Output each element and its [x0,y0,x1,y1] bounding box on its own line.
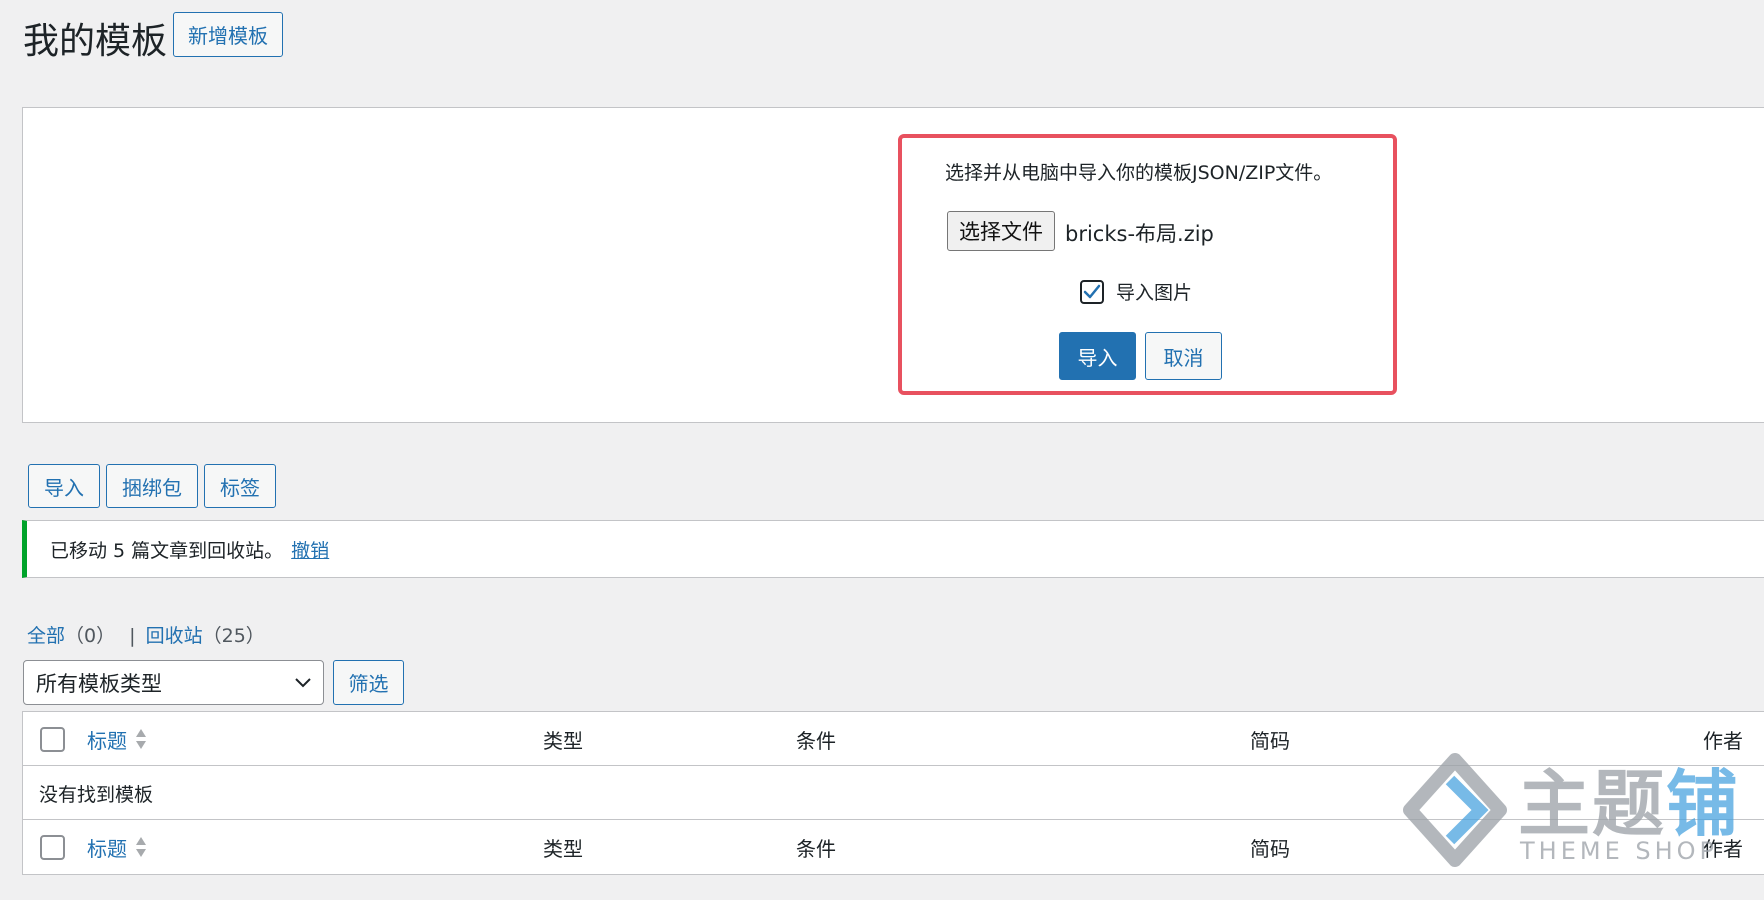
column-shortcode-footer: 简码 [1250,836,1290,861]
choose-file-button[interactable]: 选择文件 [947,211,1055,251]
cancel-import-button[interactable]: 取消 [1145,332,1222,380]
trash-notice: 已移动 5 篇文章到回收站。 撤销 [22,520,1764,578]
column-type-footer: 类型 [543,836,583,861]
table-footer-row: 标题 类型 条件 简码 作者 [23,820,1764,874]
column-title-label: 标题 [87,728,127,753]
import-images-label: 导入图片 [1116,282,1193,304]
template-upload-area [22,107,1764,423]
no-templates-message: 没有找到模板 [39,783,154,806]
selected-file-name: bricks-布局.zip [1065,222,1214,246]
bundles-button[interactable]: 捆绑包 [106,464,198,508]
template-actions: 导入 捆绑包 标签 [28,464,276,508]
view-filters: 全部（0） | 回收站（25） [27,621,265,648]
view-separator: | [129,625,136,647]
view-trash-count: （25） [202,625,265,647]
column-type: 类型 [543,728,583,753]
column-title-sortable[interactable]: 标题 [87,712,147,766]
import-images-checkbox[interactable] [1080,279,1104,304]
column-title-sortable-footer[interactable]: 标题 [87,820,147,874]
undo-link[interactable]: 撤销 [291,536,329,563]
select-all-footer-cell[interactable] [40,820,65,874]
table-header-row: 标题 类型 条件 简码 作者 [23,712,1764,766]
import-images-option[interactable]: 导入图片 [1080,278,1192,305]
view-all-count: （0） [65,625,116,647]
select-all-cell[interactable] [40,712,65,766]
tags-button[interactable]: 标签 [204,464,276,508]
select-all-checkbox[interactable] [40,726,65,752]
checkmark-icon [1083,284,1101,298]
column-conditions-footer: 条件 [796,836,836,861]
column-conditions: 条件 [796,728,836,753]
column-author-footer: 作者 [1703,836,1743,861]
chevron-down-icon [295,677,311,687]
view-trash-link[interactable]: 回收站 [146,625,203,647]
column-title-label-footer: 标题 [87,836,127,861]
import-button[interactable]: 导入 [28,464,100,508]
template-type-select[interactable]: 所有模板类型 [23,660,324,705]
select-all-footer-checkbox[interactable] [40,834,65,860]
templates-table: 标题 类型 条件 简码 作者 没有找到模板 标题 类型 条件 简码 作者 [22,711,1764,875]
template-type-value: 所有模板类型 [36,671,162,696]
sort-icon [135,728,147,750]
page-title: 我的模板 [23,21,168,62]
sort-icon [135,836,147,858]
add-new-template-button[interactable]: 新增模板 [173,12,283,57]
import-instruction: 选择并从电脑中导入你的模板JSON/ZIP文件。 [945,162,1333,184]
filter-button[interactable]: 筛选 [333,660,404,705]
column-author: 作者 [1703,728,1743,753]
notice-text: 已移动 5 篇文章到回收站。 [50,539,284,562]
column-shortcode: 简码 [1250,728,1290,753]
empty-row: 没有找到模板 [23,766,1764,820]
view-all-link[interactable]: 全部 [27,625,65,647]
import-panel: 选择并从电脑中导入你的模板JSON/ZIP文件。 选择文件 bricks-布局.… [898,134,1397,395]
import-submit-button[interactable]: 导入 [1059,332,1136,380]
